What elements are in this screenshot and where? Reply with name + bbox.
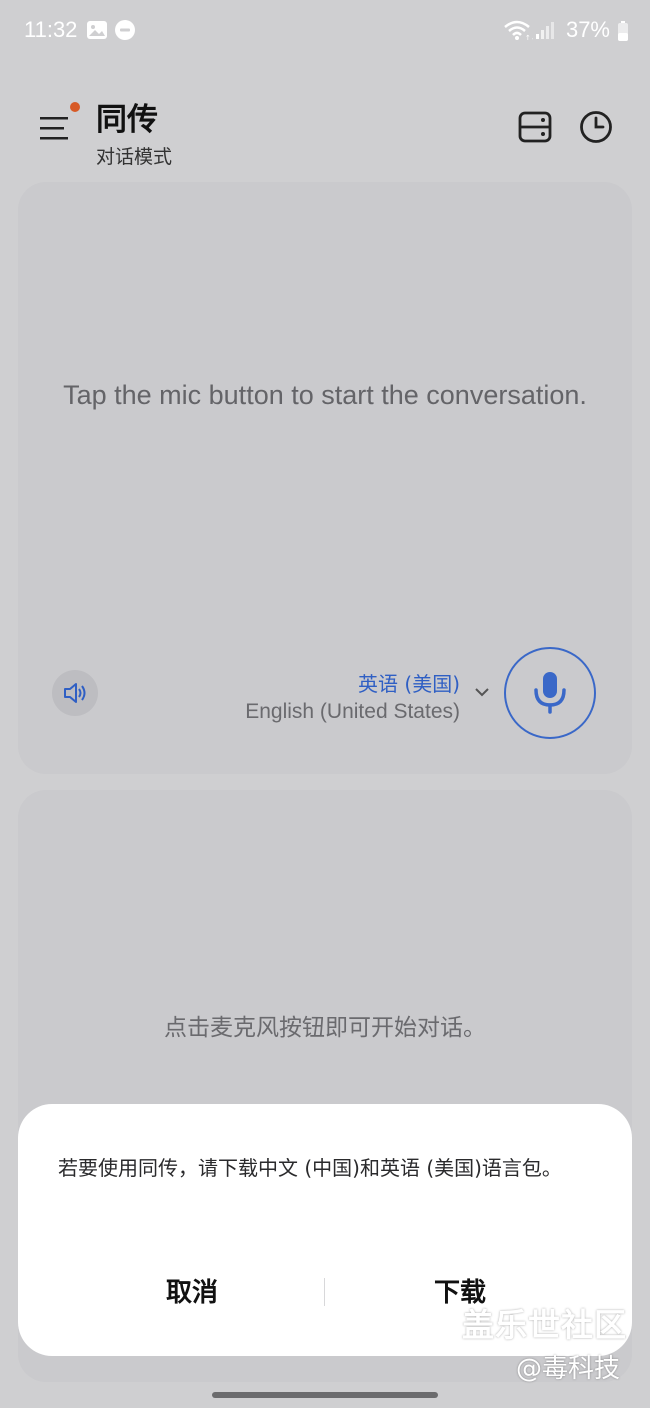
home-indicator[interactable]: [212, 1392, 438, 1398]
dialog-message: 若要使用同传，请下载中文 (中国)和英语 (美国)语言包。: [58, 1156, 562, 1180]
language-selector-english[interactable]: English (United States): [245, 700, 460, 724]
split-screen-icon: [518, 111, 552, 143]
speaker-button[interactable]: [52, 670, 98, 716]
mode-subtitle: 对话模式: [96, 146, 173, 168]
history-button[interactable]: [577, 108, 615, 146]
history-icon: [580, 111, 612, 143]
page-title: 同传: [96, 102, 158, 138]
menu-icon: [40, 117, 68, 140]
mic-icon: [534, 672, 566, 714]
chinese-prompt: 点击麦克风按钮即可开始对话。: [164, 1015, 486, 1041]
english-prompt: Tap the mic button to start the conversa…: [63, 380, 587, 410]
split-screen-button[interactable]: [516, 108, 554, 146]
dnd-icon: [115, 20, 137, 40]
menu-button[interactable]: [40, 114, 72, 144]
cancel-button[interactable]: 取消: [62, 1272, 322, 1309]
dialog-divider: [324, 1278, 325, 1306]
battery-icon: [618, 21, 628, 41]
signal-icon: [535, 20, 557, 40]
notification-dot: [70, 102, 80, 112]
watermark-community: 盖乐世社区: [462, 1306, 628, 1344]
wifi-icon: ↑↓: [503, 20, 537, 42]
chevron-down-icon[interactable]: [472, 682, 492, 702]
speaker-icon: [64, 683, 86, 703]
gallery-icon: [86, 20, 108, 40]
status-time: 11:32: [24, 17, 78, 42]
language-selector-native[interactable]: 英语 (美国): [358, 668, 460, 697]
svg-text:↑↓: ↑↓: [525, 34, 533, 40]
watermark-author: @毒科技: [516, 1354, 621, 1384]
battery-percent: 37%: [565, 17, 610, 42]
mic-button[interactable]: [504, 647, 596, 739]
